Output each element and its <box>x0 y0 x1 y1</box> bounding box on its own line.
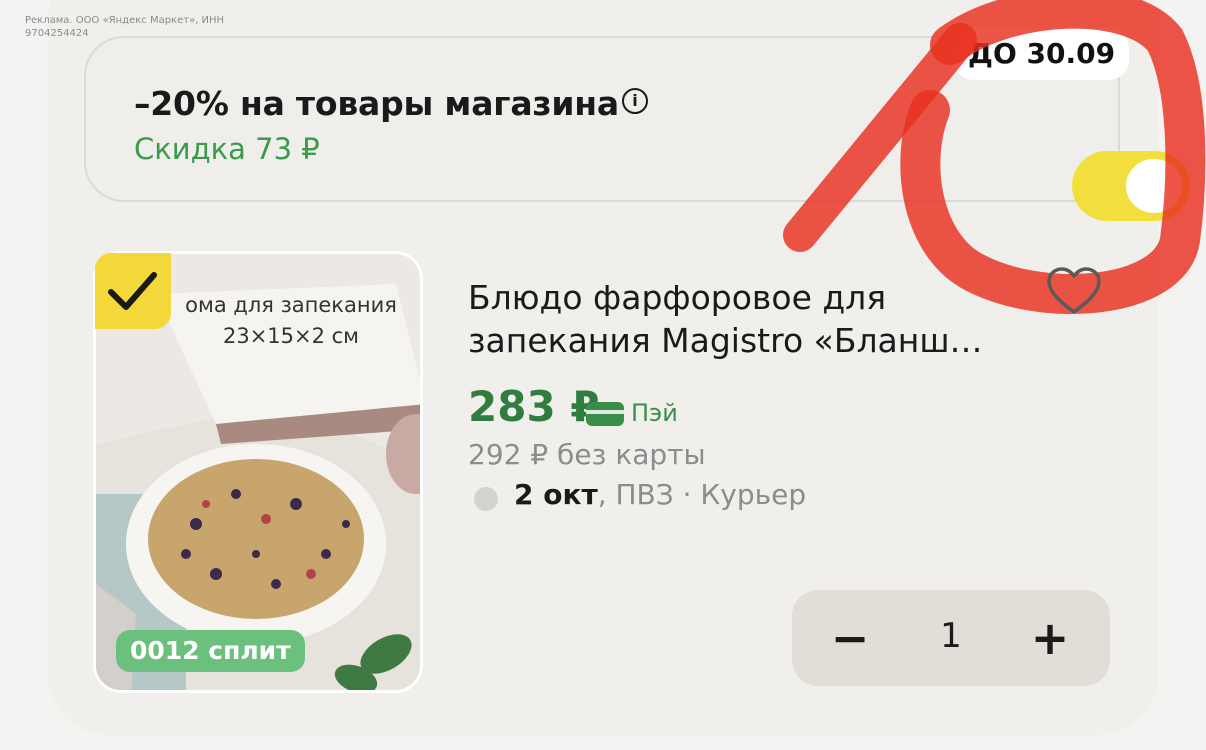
delivery-info: 2 окт, ПВЗ · Курьер <box>514 478 806 511</box>
pay-label: Пэй <box>631 399 678 427</box>
promo-toggle[interactable] <box>1072 151 1190 221</box>
info-icon[interactable]: i <box>622 88 648 114</box>
promo-discount-amount: Скидка 73 ₽ <box>134 132 320 166</box>
heart-icon[interactable] <box>1046 266 1102 316</box>
card-icon <box>586 402 624 426</box>
item-checkbox[interactable] <box>95 253 171 329</box>
price: 283 ₽ <box>468 382 600 431</box>
product-title[interactable]: Блюдо фарфоровое для запекания Magistro … <box>468 276 1028 362</box>
decrease-button[interactable]: − <box>818 606 882 670</box>
checkmark-icon <box>108 272 157 310</box>
quantity-value: 1 <box>940 616 962 656</box>
delivery-status-dot <box>474 487 498 511</box>
toggle-knob <box>1126 159 1182 213</box>
delivery-options: , ПВЗ · Курьер <box>597 478 807 511</box>
quantity-stepper: − 1 + <box>792 590 1110 686</box>
price-without-card: 292 ₽ без карты <box>468 438 706 471</box>
promo-until-badge: ДО 30.09 <box>954 28 1130 80</box>
split-badge: 0012 сплит <box>116 630 305 672</box>
image-caption: ома для запекания 23×15×2 см <box>185 293 397 348</box>
increase-button[interactable]: + <box>1018 606 1082 670</box>
delivery-date: 2 окт <box>514 478 598 511</box>
promo-title: –20% на товары магазина <box>134 84 619 123</box>
